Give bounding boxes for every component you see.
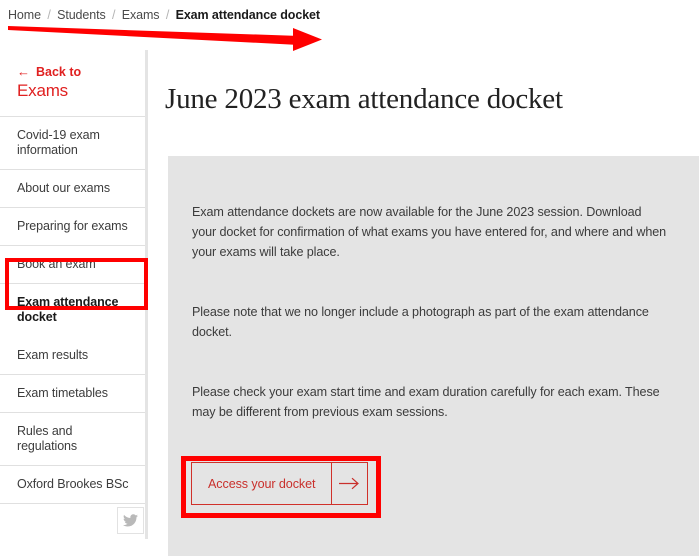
paragraph-availability: Exam attendance dockets are now availabl…	[192, 202, 668, 262]
sidebar-nav-list: Covid-19 exam information About our exam…	[0, 117, 145, 504]
paragraph-start-time-note: Please check your exam start time and ex…	[192, 382, 668, 422]
sidebar-item-exam-timetables[interactable]: Exam timetables	[0, 375, 145, 413]
twitter-share-button[interactable]	[117, 507, 144, 534]
back-link-line1: ←Back to	[17, 64, 137, 80]
sidebar-item-exam-attendance-docket[interactable]: Exam attendance docket	[0, 284, 145, 337]
breadcrumb-separator: /	[163, 8, 172, 22]
sidebar-item-label[interactable]: Exam timetables	[0, 375, 145, 412]
breadcrumb-item-exams[interactable]: Exams	[122, 8, 160, 22]
annotation-arrow-to-breadcrumb	[0, 18, 340, 54]
back-link-line2: Exams	[17, 80, 137, 102]
sidebar-item-label[interactable]: Oxford Brookes BSc	[0, 466, 145, 503]
main-content: June 2023 exam attendance docket Exam at…	[148, 50, 699, 539]
breadcrumb-item-students[interactable]: Students	[57, 8, 106, 22]
breadcrumb-separator: /	[44, 8, 53, 22]
sidebar-item-label[interactable]: About our exams	[0, 170, 145, 207]
paragraph-photograph-note: Please note that we no longer include a …	[192, 302, 668, 342]
arrow-left-icon: ←	[17, 64, 30, 79]
content-panel: Exam attendance dockets are now availabl…	[168, 156, 699, 556]
access-your-docket-button[interactable]: Access your docket	[191, 462, 368, 505]
arrow-right-icon	[331, 463, 367, 504]
sidebar-item-label[interactable]: Covid-19 exam information	[0, 117, 145, 169]
page-layout: ←Back to Exams Covid-19 exam information…	[0, 50, 699, 539]
breadcrumb: Home / Students / Exams / Exam attendanc…	[8, 8, 320, 22]
sidebar-item-label[interactable]: Exam attendance docket	[0, 284, 145, 336]
sidebar-item-label[interactable]: Preparing for exams	[0, 208, 145, 245]
breadcrumb-item-current: Exam attendance docket	[176, 8, 320, 22]
breadcrumb-separator: /	[109, 8, 118, 22]
breadcrumb-item-home[interactable]: Home	[8, 8, 41, 22]
sidebar-item-covid-19-exam-information[interactable]: Covid-19 exam information	[0, 117, 145, 170]
sidebar-item-label[interactable]: Exam results	[0, 337, 145, 374]
sidebar-item-book-an-exam[interactable]: Book an exam	[0, 246, 145, 284]
sidebar-item-oxford-brookes-bsc[interactable]: Oxford Brookes BSc	[0, 466, 145, 504]
page-title: June 2023 exam attendance docket	[165, 83, 563, 116]
sidebar-item-rules-and-regulations[interactable]: Rules and regulations	[0, 413, 145, 466]
twitter-icon	[123, 514, 138, 527]
sidebar-back-to-exams-link[interactable]: ←Back to Exams	[0, 50, 145, 117]
sidebar-item-preparing-for-exams[interactable]: Preparing for exams	[0, 208, 145, 246]
sidebar-item-about-our-exams[interactable]: About our exams	[0, 170, 145, 208]
sidebar: ←Back to Exams Covid-19 exam information…	[0, 50, 148, 539]
sidebar-item-label[interactable]: Rules and regulations	[0, 413, 145, 465]
sidebar-item-label[interactable]: Book an exam	[0, 246, 145, 283]
sidebar-item-exam-results[interactable]: Exam results	[0, 337, 145, 375]
access-your-docket-label: Access your docket	[192, 463, 331, 504]
